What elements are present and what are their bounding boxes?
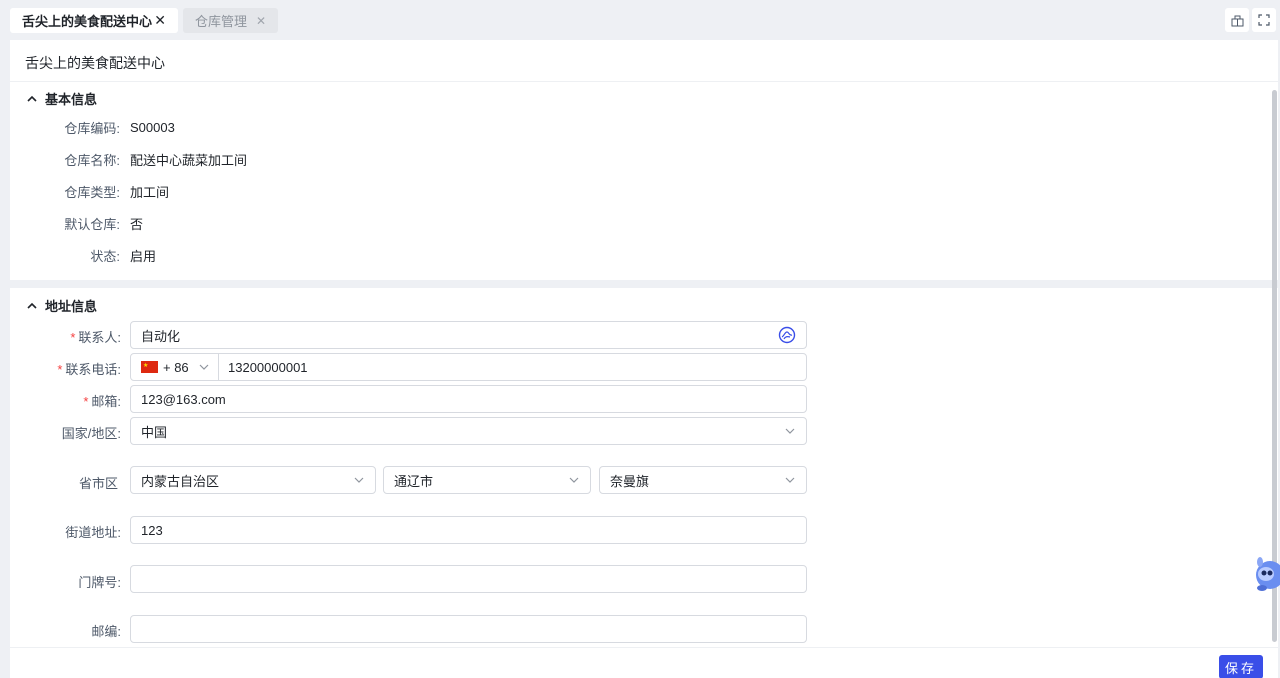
province-select[interactable]: 内蒙古自治区	[130, 466, 376, 494]
country-label-row: 国家/地区:	[10, 423, 121, 442]
label-text: 邮箱:	[91, 394, 121, 409]
street-value: 123	[141, 522, 163, 538]
page-title: 舌尖上的美食配送中心	[25, 55, 165, 71]
region-label-row: 省市区	[10, 473, 121, 492]
address-info-header[interactable]: 地址信息	[25, 296, 97, 315]
field-value: 启用	[130, 248, 157, 264]
postcode-label-row: 邮编:	[10, 621, 121, 640]
field-label: 仓库编码:	[64, 120, 120, 136]
district-select[interactable]: 奈曼旗	[599, 466, 807, 494]
save-button[interactable]: 保存	[1219, 655, 1263, 678]
chevron-down-icon	[199, 364, 209, 370]
country-value: 中国	[141, 424, 168, 440]
field-label: 默认仓库:	[64, 216, 120, 232]
province-value: 内蒙古自治区	[141, 473, 220, 489]
street-label-row: 街道地址:	[10, 522, 121, 541]
door-number-input[interactable]	[130, 565, 807, 593]
contact-label: * 联系人:	[10, 327, 121, 346]
required-mark: *	[57, 362, 63, 377]
phone-input-group: + 86 13200000001	[130, 353, 807, 381]
tab-label: 仓库管理	[195, 14, 248, 29]
fullscreen-button[interactable]	[1252, 8, 1276, 32]
door-label: 门牌号:	[78, 575, 121, 590]
close-icon[interactable]: ✕	[256, 14, 266, 28]
basic-info-card: 舌尖上的美食配送中心 基本信息 仓库编码: S00003 仓库名称: 配送中心蔬…	[10, 40, 1278, 280]
street-label: 街道地址:	[65, 525, 121, 540]
tab-distribution-center[interactable]: 舌尖上的美食配送中心 ✕	[10, 8, 178, 33]
contact-input[interactable]: 自动化	[130, 321, 807, 349]
home-icon-button[interactable]	[1225, 8, 1249, 32]
city-value: 通辽市	[394, 473, 434, 489]
email-label-row: * 邮箱:	[10, 391, 121, 410]
phone-label-row: * 联系电话:	[10, 359, 121, 378]
info-row-name: 仓库名称: 配送中心蔬菜加工间	[10, 149, 247, 169]
basic-info-header[interactable]: 基本信息	[25, 89, 97, 108]
postcode-label: 邮编:	[91, 624, 121, 639]
country-select[interactable]: 中国	[130, 417, 807, 445]
field-value: S00003	[130, 119, 175, 135]
field-label: 仓库类型:	[64, 184, 120, 200]
info-row-code: 仓库编码: S00003	[10, 117, 175, 137]
field-label: 仓库名称:	[64, 152, 120, 168]
postcode-input[interactable]	[130, 615, 807, 643]
contact-label-row: * 联系人:	[10, 327, 121, 346]
chevron-down-icon	[785, 428, 795, 434]
label-text: 联系电话:	[65, 362, 121, 377]
email-value: 123@163.com	[141, 391, 226, 407]
home-icon	[1231, 15, 1243, 26]
city-select[interactable]: 通辽市	[383, 466, 591, 494]
assistant-icon[interactable]	[778, 326, 796, 344]
required-mark: *	[70, 330, 76, 345]
china-flag-icon	[141, 361, 158, 373]
info-row-default: 默认仓库: 否	[10, 213, 143, 233]
label-text: 联系人:	[78, 330, 121, 345]
tab-label: 舌尖上的美食配送中心	[22, 14, 153, 29]
chevron-up-icon	[27, 95, 37, 102]
tab-bar: 舌尖上的美食配送中心 ✕ 仓库管理 ✕	[0, 0, 1280, 40]
assistant-mascot-icon[interactable]	[1252, 552, 1280, 598]
section-title: 基本信息	[45, 92, 98, 107]
field-value: 否	[130, 216, 144, 232]
close-icon[interactable]: ✕	[154, 12, 166, 29]
country-label: 国家/地区:	[61, 426, 121, 441]
district-value: 奈曼旗	[610, 473, 650, 489]
info-row-type: 仓库类型: 加工间	[10, 181, 169, 201]
country-code: + 86	[163, 359, 189, 375]
phone-number-input[interactable]: 13200000001	[218, 360, 308, 375]
door-label-row: 门牌号:	[10, 572, 121, 591]
info-row-status: 状态: 启用	[10, 245, 156, 265]
contact-value: 自动化	[141, 328, 181, 344]
chevron-down-icon	[354, 477, 364, 483]
email-input[interactable]: 123@163.com	[130, 385, 807, 413]
chevron-down-icon	[785, 477, 795, 483]
street-input[interactable]: 123	[130, 516, 807, 544]
email-label: * 邮箱:	[10, 391, 121, 410]
divider	[218, 354, 219, 380]
phone-label: * 联系电话:	[10, 359, 121, 378]
field-value: 配送中心蔬菜加工间	[130, 152, 248, 168]
title-divider	[10, 81, 1278, 82]
field-label: 状态:	[90, 248, 120, 264]
chevron-up-icon	[27, 302, 37, 309]
address-info-card: 地址信息 *联系人: 自动化 *联系电话: + 86 13200000001	[10, 288, 1278, 648]
required-mark: *	[83, 394, 89, 409]
footer-bar	[10, 648, 1278, 678]
chevron-down-icon	[569, 477, 579, 483]
section-title: 地址信息	[45, 299, 98, 314]
region-label: 省市区	[78, 476, 118, 491]
field-value: 加工间	[130, 184, 170, 200]
fullscreen-icon	[1258, 14, 1270, 26]
tab-warehouse-management[interactable]: 仓库管理 ✕	[183, 8, 278, 33]
phone-value: 13200000001	[228, 359, 308, 375]
country-code-select[interactable]: + 86	[131, 354, 218, 380]
